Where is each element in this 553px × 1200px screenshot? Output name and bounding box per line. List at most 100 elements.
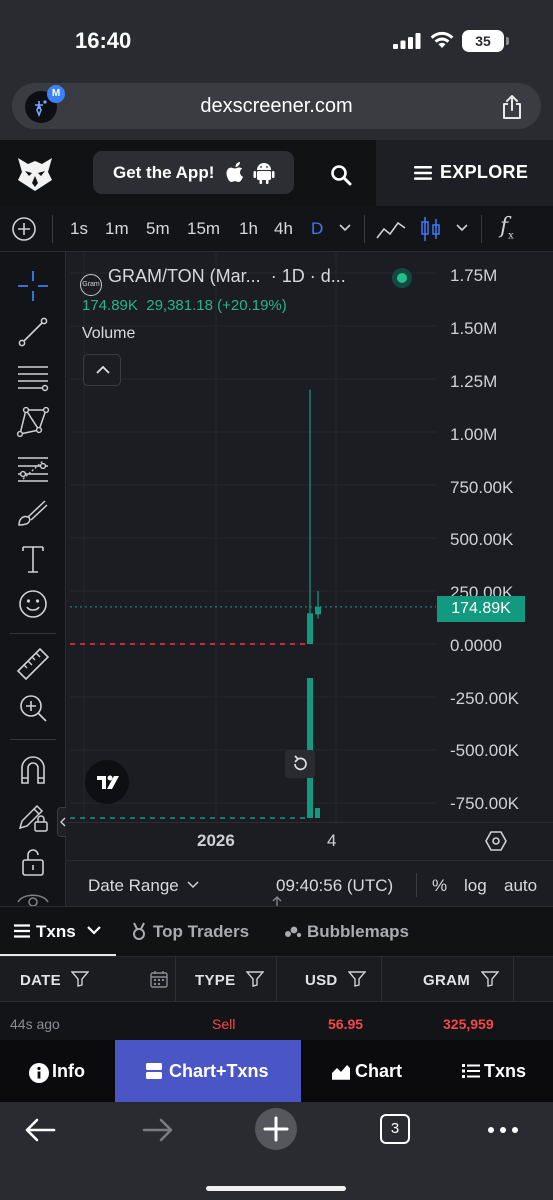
date-range-dropdown[interactable]: Date Range <box>88 876 199 896</box>
drawing-tools-panel <box>0 252 69 908</box>
magnet-icon[interactable] <box>15 752 51 788</box>
timeframe-5m[interactable]: 5m <box>146 219 170 239</box>
home-indicator <box>206 1186 346 1191</box>
filter-icon[interactable] <box>245 971 265 987</box>
brush-icon[interactable] <box>15 495 51 531</box>
get-app-button[interactable]: Get the App! <box>93 151 294 194</box>
add-symbol-icon[interactable] <box>11 216 37 242</box>
timeframe-1s[interactable]: 1s <box>70 219 88 239</box>
back-arrow-icon[interactable] <box>24 1117 56 1143</box>
fib-retracement-icon[interactable] <box>15 450 51 486</box>
wifi-icon <box>430 31 454 48</box>
timeframe-1h[interactable]: 1h <box>239 219 258 239</box>
chart-legend-title: Gram GRAM/TON (Mar... · 1D · d... <box>80 266 346 296</box>
filter-icon[interactable] <box>347 971 367 987</box>
tab-txns[interactable]: Txns <box>14 922 102 942</box>
txn-type: Sell <box>212 1016 236 1032</box>
share-icon[interactable] <box>501 94 523 120</box>
tools-divider <box>10 633 56 634</box>
pattern-tool-icon[interactable] <box>15 404 51 440</box>
more-options-icon[interactable] <box>487 1126 519 1134</box>
table-row[interactable]: 44s ago Sell 56.95 325,959 <box>0 1002 553 1040</box>
symbol-label: GRAM/TON (Mar... <box>108 266 261 286</box>
zoom-in-icon[interactable] <box>15 690 51 726</box>
nav-txns[interactable]: Txns <box>434 1040 553 1102</box>
txn-usd: 56.95 <box>328 1016 364 1032</box>
data-tabs: Txns Top Traders Bubblemaps <box>0 906 553 957</box>
tab-switcher-button[interactable]: 3 <box>380 1114 410 1144</box>
unlock-icon[interactable] <box>15 844 51 880</box>
emoji-icon[interactable] <box>15 586 51 622</box>
x-axis-day-label: 4 <box>327 831 337 850</box>
info-icon <box>29 1063 49 1083</box>
site-header: Get the App! EXPLORE <box>0 140 553 206</box>
token-logo-icon: Gram <box>80 274 102 296</box>
nav-chart[interactable]: Chart <box>301 1040 434 1102</box>
address-bar[interactable]: M dexscreener.com <box>12 83 541 129</box>
candles-chart-type-icon[interactable] <box>420 216 442 242</box>
filter-icon[interactable] <box>70 971 90 987</box>
url-text: dexscreener.com <box>200 95 353 117</box>
chart-bottom-bar: Date Range 09:40:56 (UTC) % log auto <box>66 860 553 906</box>
trend-line-icon[interactable] <box>15 314 51 350</box>
timeframe-15m[interactable]: 15m <box>187 219 220 239</box>
text-tool-icon[interactable] <box>15 541 51 577</box>
volume-bar <box>307 678 313 818</box>
visibility-eye-icon[interactable] <box>15 888 51 908</box>
date-range-chevron-down-icon <box>187 881 199 889</box>
utc-clock[interactable]: 09:40:56 (UTC) <box>276 876 393 896</box>
y-axis-label: 500.00K <box>450 530 514 549</box>
volume-legend: Volume <box>82 325 136 342</box>
timeframe-4h[interactable]: 4h <box>274 219 293 239</box>
y-axis-label: -750.00K <box>450 794 519 813</box>
bottom-navigation: Info Chart+Txns Chart Txns <box>0 1040 553 1102</box>
browser-address-area: M dexscreener.com <box>0 80 553 140</box>
chart-area-icon <box>332 1065 350 1080</box>
search-icon[interactable] <box>330 164 352 186</box>
tools-divider <box>10 739 56 740</box>
reset-chart-button[interactable] <box>285 750 315 778</box>
crosshair-icon[interactable] <box>15 268 51 304</box>
price-chart[interactable]: Gram GRAM/TON (Mar... · 1D · d... 174.89K… <box>66 252 553 822</box>
txns-chevron-down-icon <box>87 926 102 935</box>
time-axis[interactable]: 2026 4 <box>66 822 553 860</box>
legend-collapse-button[interactable] <box>83 354 121 386</box>
explore-button[interactable]: EXPLORE <box>376 140 553 206</box>
y-axis-label: -500.00K <box>450 741 519 760</box>
candle-body <box>307 613 313 644</box>
status-bar: 16:40 35 <box>0 0 553 80</box>
filter-icon[interactable] <box>479 971 500 987</box>
percent-scale-toggle[interactable]: % <box>432 876 447 896</box>
log-scale-toggle[interactable]: log <box>464 876 487 896</box>
ruler-icon[interactable] <box>15 646 51 682</box>
candle-body <box>315 606 321 615</box>
nav-chart-txns[interactable]: Chart+Txns <box>115 1040 301 1102</box>
tradingview-logo-icon[interactable] <box>85 760 129 804</box>
indicators-fx-icon[interactable]: fx <box>500 214 514 241</box>
lock-drawing-pencil-icon[interactable] <box>15 798 51 834</box>
dexscreener-logo-icon[interactable] <box>14 152 56 194</box>
timeframe-chevron-down-icon[interactable] <box>339 224 351 232</box>
column-header-gram[interactable]: GRAM <box>423 971 500 989</box>
line-chart-type-icon[interactable] <box>376 218 406 240</box>
tab-bubblemaps[interactable]: Bubblemaps <box>284 922 409 942</box>
horizontal-lines-icon[interactable] <box>15 359 51 395</box>
column-header-usd[interactable]: USD <box>305 971 367 989</box>
cellular-signal-icon <box>393 33 421 49</box>
chart-type-chevron-down-icon[interactable] <box>456 224 468 232</box>
tab-top-traders[interactable]: Top Traders <box>131 922 249 942</box>
list-icon <box>14 924 30 938</box>
new-tab-button[interactable] <box>255 1108 297 1150</box>
timeframe-1m[interactable]: 1m <box>105 219 129 239</box>
auto-scale-toggle[interactable]: auto <box>504 876 537 896</box>
column-header-type[interactable]: TYPE <box>195 971 265 989</box>
nav-info[interactable]: Info <box>0 1040 115 1102</box>
menu-icon <box>414 166 432 180</box>
timeframe-d[interactable]: D <box>311 219 323 239</box>
y-axis-label: 1.00M <box>450 425 498 444</box>
column-header-date[interactable]: DATE <box>20 971 90 989</box>
chart-settings-gear-icon[interactable] <box>484 829 508 853</box>
calendar-icon[interactable] <box>150 970 168 988</box>
explore-label: EXPLORE <box>440 162 529 182</box>
forward-arrow-icon[interactable] <box>142 1117 174 1143</box>
